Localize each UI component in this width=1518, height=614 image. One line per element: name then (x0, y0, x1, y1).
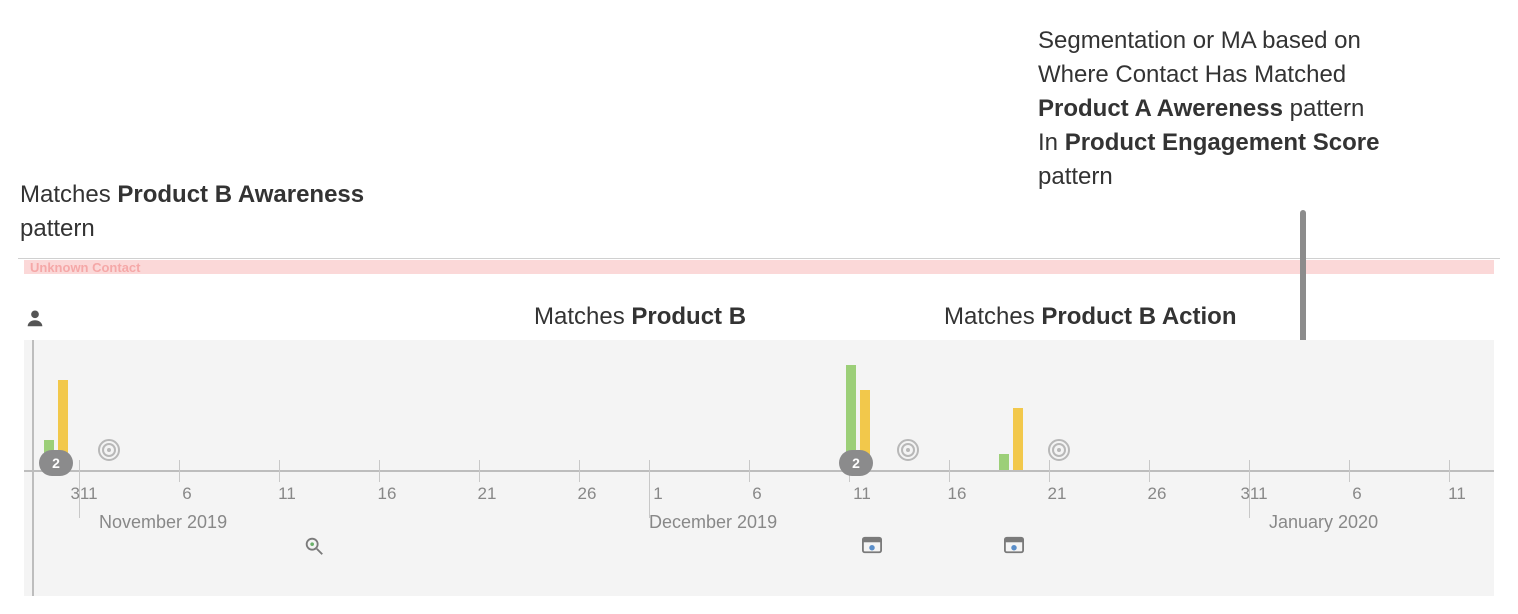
tick-label: 16 (378, 484, 397, 504)
month-label-jan: January 2020 (1269, 512, 1378, 533)
target-icon[interactable] (98, 439, 120, 461)
x-axis (24, 470, 1494, 472)
tick-label: 26 (1148, 484, 1167, 504)
bar-green[interactable] (999, 454, 1009, 470)
tick-label: 6 (1352, 484, 1361, 504)
tick-label: 21 (1048, 484, 1067, 504)
tick (1049, 460, 1050, 482)
y-axis (32, 340, 34, 596)
tick-label: 311 (70, 484, 97, 504)
annotation-awareness: Matches Product B Awareness pattern (20, 178, 380, 246)
bar-yellow[interactable] (1013, 408, 1023, 470)
cluster-badge[interactable]: 2 (839, 450, 873, 476)
month-label-nov: November 2019 (99, 512, 227, 533)
tick-label: 11 (1448, 484, 1466, 504)
tick-label: 26 (578, 484, 597, 504)
tick-label: 11 (853, 484, 871, 504)
tick (479, 460, 480, 482)
target-icon[interactable] (897, 439, 919, 461)
tick-label: 11 (278, 484, 296, 504)
tick (179, 460, 180, 482)
tick-label: 1 (653, 484, 662, 504)
divider (18, 258, 1500, 259)
tick-label: 6 (752, 484, 761, 504)
tick (379, 460, 380, 482)
search-icon[interactable] (303, 535, 325, 557)
tick-month-start (649, 460, 650, 518)
tick-label: 16 (948, 484, 967, 504)
tick (1349, 460, 1350, 482)
person-icon (24, 307, 46, 335)
date-icon[interactable] (861, 535, 883, 555)
annotation-segmentation: Segmentation or MA based on Where Contac… (1038, 24, 1379, 194)
tick (1449, 460, 1450, 482)
tick (579, 460, 580, 482)
month-label-dec: December 2019 (649, 512, 777, 533)
target-icon[interactable] (1048, 439, 1070, 461)
date-icon[interactable] (1003, 535, 1025, 555)
tick (279, 460, 280, 482)
contact-stripe (24, 260, 1494, 274)
contact-label: Unknown Contact (30, 260, 141, 275)
cluster-badge[interactable]: 2 (39, 450, 73, 476)
tick-label: 21 (478, 484, 497, 504)
tick (749, 460, 750, 482)
tick-label: 311 (1240, 484, 1267, 504)
tick (949, 460, 950, 482)
tick-label: 6 (182, 484, 191, 504)
timeline[interactable]: 311 November 2019 6 11 16 21 26 1 Decemb… (24, 340, 1494, 596)
tick (1149, 460, 1150, 482)
